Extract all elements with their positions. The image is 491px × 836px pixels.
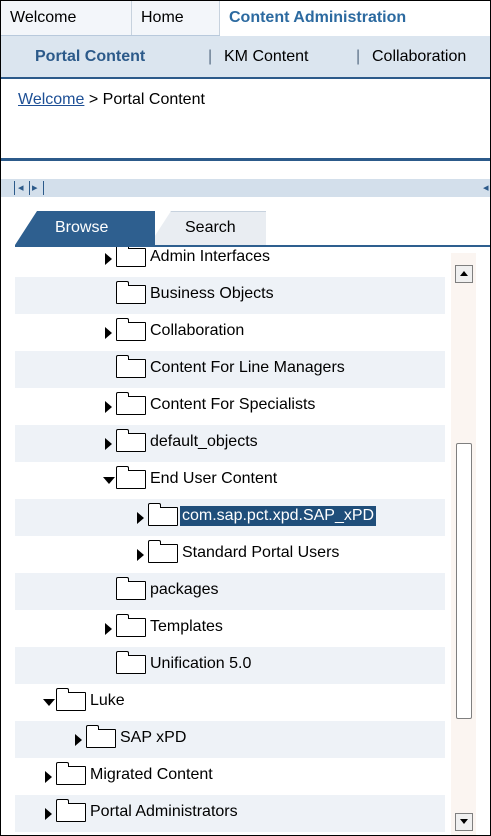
tab-welcome[interactable]: Welcome [1,1,132,35]
folder-icon [116,247,146,267]
tab-search-label: Search [185,219,236,236]
tree-node-label[interactable]: Business Objects [148,284,276,304]
collapse-left-icon[interactable]: ◂ [18,179,24,197]
folder-icon [148,503,178,526]
subtab-portal-content[interactable]: Portal Content [35,36,145,77]
tree-node[interactable]: Admin Interfaces [15,247,445,277]
panel-toolbar: ◂ ▸ ◂ [1,179,490,197]
header-divider [1,158,490,161]
arrow-down-icon [460,819,468,824]
folder-icon [116,466,146,489]
folder-icon [116,577,146,600]
folder-icon [116,392,146,415]
folder-icon [56,688,86,711]
folder-icon [116,318,146,341]
tree-node-label[interactable]: Content For Line Managers [148,358,347,378]
tree-node-label[interactable]: Luke [88,691,127,711]
expand-arrow-icon[interactable] [105,623,112,635]
tree-node-label[interactable]: SAP xPD [118,728,188,748]
expand-arrow-icon[interactable] [137,549,144,561]
tab-browse-label: Browse [55,219,109,236]
folder-icon [56,762,86,785]
folder-icon [116,355,146,378]
subtab-km-content[interactable]: KM Content [224,36,308,77]
tree-node[interactable]: Content For Line Managers [15,351,445,388]
scroll-down-button[interactable] [455,813,473,831]
expand-arrow-icon[interactable] [105,401,112,413]
folder-icon [116,281,146,304]
tree-node[interactable]: Migrated Content [15,758,445,795]
tab-content-administration[interactable]: Content Administration [220,1,490,36]
expand-arrow-icon[interactable] [105,438,112,450]
tree-node[interactable]: default_objects [15,425,445,462]
panel-toggle-icon[interactable]: ◂ [483,179,489,197]
top-level-navigation: Welcome Home Content Administration [1,1,490,36]
expand-arrow-icon[interactable] [45,808,52,820]
tab-home[interactable]: Home [132,1,220,35]
tree-node-label[interactable]: Content For Specialists [148,395,317,415]
breadcrumb-current: Portal Content [102,91,205,108]
breadcrumb-link-welcome[interactable]: Welcome [18,91,84,108]
scroll-up-button[interactable] [455,265,473,283]
tree-node-label[interactable]: Collaboration [148,321,246,341]
tree-node[interactable]: com.sap.pct.xpd.SAP_xPD [15,499,445,536]
expand-arrow-icon[interactable] [105,253,112,265]
expand-arrow-icon[interactable] [75,734,82,746]
tree-node[interactable]: Unification 5.0 [15,647,445,684]
tree-vertical-scrollbar[interactable] [451,253,476,835]
tree-node-label[interactable]: packages [148,580,221,600]
tree-node[interactable]: packages [15,573,445,610]
tree-node-label[interactable]: Portal Administrators [88,802,240,822]
tree-node[interactable]: Business Objects [15,277,445,314]
tree-node[interactable]: Collaboration [15,314,445,351]
tree-node[interactable]: SAP xPD [15,721,445,758]
tree-node[interactable]: Standard Portal Users [15,536,445,573]
arrow-up-icon [460,271,468,276]
tree-node[interactable]: Content For Specialists [15,388,445,425]
expand-right-icon[interactable]: ▸ [32,179,38,197]
expand-arrow-icon[interactable] [137,512,144,524]
folder-icon [116,429,146,452]
tree-node-label[interactable]: Templates [148,617,225,637]
portal-content-tree: Admin Interfaces Business Objects Collab… [15,247,445,835]
toolbar-divider [14,181,15,195]
collapse-arrow-icon[interactable] [103,477,115,484]
subtab-separator: | [208,48,213,65]
collapse-arrow-icon[interactable] [43,699,55,706]
tree-node-label[interactable]: End User Content [148,469,279,489]
scrollbar-thumb[interactable] [456,443,472,719]
expand-arrow-icon[interactable] [45,771,52,783]
breadcrumb: Welcome > Portal Content [18,91,205,109]
folder-icon [86,725,116,748]
tab-search[interactable]: Search [149,211,266,245]
tree-node[interactable]: Portal Administrators [15,795,445,832]
tree-node-label[interactable]: Admin Interfaces [148,247,272,267]
tab-browse[interactable]: Browse [15,211,155,245]
tree-node-label[interactable]: Migrated Content [88,765,215,785]
subtab-separator: | [356,48,361,65]
folder-icon [148,540,178,563]
portal-window: Welcome Home Content Administration Port… [0,0,491,836]
folder-icon [116,614,146,637]
second-level-navigation: Portal Content | KM Content | Collaborat… [1,36,490,79]
toolbar-divider [43,181,44,195]
tree-node-label[interactable]: Unification 5.0 [148,654,253,674]
tree-node[interactable]: End User Content [15,462,445,499]
tree-node[interactable]: Luke [15,684,445,721]
browse-search-tabs: Search Browse [1,211,490,245]
tree-node-label[interactable]: default_objects [148,432,260,452]
tree-node-label-selected[interactable]: com.sap.pct.xpd.SAP_xPD [180,506,377,526]
expand-arrow-icon[interactable] [105,327,112,339]
toolbar-divider [29,181,30,195]
folder-icon [116,651,146,674]
tree-node[interactable]: Templates [15,610,445,647]
folder-icon [56,799,86,822]
breadcrumb-separator: > [88,91,99,108]
subtab-collaboration[interactable]: Collaboration [372,36,466,77]
tree-node-label[interactable]: Standard Portal Users [180,543,341,563]
